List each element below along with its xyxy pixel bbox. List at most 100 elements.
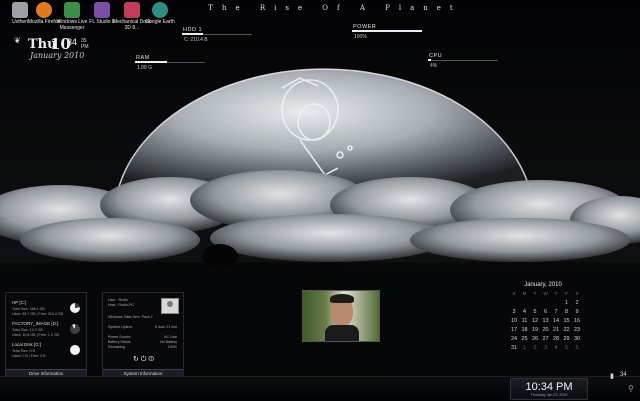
calendar-day[interactable]: 30: [572, 336, 582, 342]
meter-hdd-fill: [182, 33, 203, 35]
drive-total: Total Size: 12.0 GB: [12, 328, 43, 332]
restart-icon[interactable]: ↻: [133, 356, 141, 363]
calendar-day[interactable]: 2: [572, 300, 582, 306]
calendar-day[interactable]: 19: [530, 327, 540, 333]
system-row-label: System Uptime: [108, 325, 133, 329]
fl-studio-icon: [94, 2, 110, 18]
calendar-weekday: F: [565, 291, 568, 296]
drive-name: FACTORY_IMAGE [D:]: [12, 321, 59, 326]
system-host: Host : Rudio-PC: [108, 303, 134, 307]
calendar-day[interactable]: 26: [530, 336, 540, 342]
calendar-day[interactable]: 27: [541, 336, 551, 342]
calendar-weekday: S: [512, 291, 516, 296]
calendar-day[interactable]: 6: [572, 345, 582, 351]
meter-ram-fill: [135, 61, 167, 63]
system-row-value: No Battery: [160, 340, 177, 344]
calendar-weekday: T: [554, 291, 558, 296]
logoff-icon[interactable]: ⏼: [148, 356, 156, 363]
calendar-day[interactable]: 21: [551, 327, 561, 333]
tray-value: 34: [620, 372, 627, 378]
calendar-day[interactable]: 13: [541, 318, 551, 324]
system-info-panel: User : Rudio Host : Rudio-PC Windows Vis…: [102, 292, 184, 378]
calendar-day[interactable]: 4: [551, 345, 561, 351]
meter-cpu-fill: [428, 59, 431, 61]
system-row-value: 0 hour 21 min: [155, 325, 177, 329]
calendar-day[interactable]: 5: [530, 309, 540, 315]
calendar-day[interactable]: 16: [572, 318, 582, 324]
calendar-day[interactable]: 10: [509, 318, 519, 324]
avatar: [161, 298, 179, 314]
calendar-day[interactable]: 9: [572, 309, 582, 315]
calendar-day[interactable]: 4: [520, 309, 530, 315]
calendar-day[interactable]: 14: [551, 318, 561, 324]
calendar-day[interactable]: 15: [562, 318, 572, 324]
system-row-label: Power Source: [108, 335, 131, 339]
messenger-icon: [64, 2, 80, 18]
taskbar-date: Thursday Jan 07, 2010: [530, 393, 568, 397]
system-os: Windows Vista Serv. Pack 2: [108, 315, 153, 319]
meter-power-fill: [352, 30, 422, 32]
calendar-title: January, 2010: [524, 282, 562, 288]
desktop-icon-label: FL Studio 8: [89, 19, 115, 25]
drive-name: HP [C:]: [12, 300, 27, 305]
tray-battery-icon[interactable]: ▮: [610, 372, 614, 380]
drive-usage: Used: 0 B | Free: 0 B: [12, 354, 46, 358]
drive-pie-icon: [70, 324, 80, 334]
calendar-day[interactable]: 24: [509, 336, 519, 342]
calendar-day[interactable]: 7: [551, 309, 561, 315]
desktop-icon-5[interactable]: Google Earth: [140, 2, 180, 25]
dock-icon: [124, 2, 140, 18]
calendar-day[interactable]: 22: [562, 327, 572, 333]
drive-name: Local Disk [G:]: [12, 342, 42, 347]
calendar-day[interactable]: 17: [509, 327, 519, 333]
clock-ampm: PM: [81, 44, 89, 50]
calendar-day[interactable]: 25: [520, 336, 530, 342]
calendar-day[interactable]: 1: [562, 300, 572, 306]
clock-ornament-icon: ❦: [14, 36, 21, 45]
system-user: User : Rudio: [108, 298, 128, 302]
calendar-day[interactable]: 11: [520, 318, 530, 324]
system-row-label: Remaining: [108, 345, 126, 349]
drive-usage: Used: 10.8 GB | Free: 1.2 GB: [12, 333, 60, 337]
system-row-value: 100%: [167, 345, 177, 349]
calendar-weekday: T: [533, 291, 537, 296]
calendar-weekday: M: [522, 291, 527, 296]
tray-menu-icon[interactable]: ⚲: [628, 384, 634, 393]
calendar-day[interactable]: 5: [562, 345, 572, 351]
firefox-icon: [36, 2, 52, 18]
drive-total: Total Size: 0 B: [12, 349, 35, 353]
clock-minutes: 34: [67, 37, 78, 47]
drive-pie-icon: [70, 345, 80, 355]
calendar-day[interactable]: 31: [509, 345, 519, 351]
meter-cpu-value: 4%: [430, 63, 438, 69]
wallpaper-title: The Rise Of A Planet: [208, 4, 462, 12]
calendar-day[interactable]: 3: [509, 309, 519, 315]
meter-hdd-value: C: 210.4 B: [184, 37, 208, 43]
calendar-day[interactable]: 1: [520, 345, 530, 351]
calendar-day[interactable]: 29: [562, 336, 572, 342]
power-controls: ↻⏻⏼: [133, 355, 156, 364]
system-row-label: Battery Status: [108, 340, 131, 344]
drive-total: Total Size: 286.1 GB: [12, 307, 45, 311]
meter-power-value: 100%: [354, 34, 367, 40]
calendar-day[interactable]: 2: [530, 345, 540, 351]
calendar-day[interactable]: 28: [551, 336, 561, 342]
calendar-day[interactable]: 12: [530, 318, 540, 324]
calendar-day[interactable]: 3: [541, 345, 551, 351]
desktop-icon-label: Google Earth: [145, 19, 175, 25]
drive-info-panel: HP [C:] Total Size: 286.1 GB Used: 65.7 …: [5, 292, 87, 378]
calendar-day[interactable]: 20: [541, 327, 551, 333]
drive-usage: Used: 65.7 GB | Free: 210.4 GB: [12, 312, 64, 316]
calendar-day[interactable]: 18: [520, 327, 530, 333]
clock-month-year: January 2010: [30, 51, 85, 60]
webcam-photo: [302, 290, 380, 342]
google-earth-icon: [152, 2, 168, 18]
calendar-day[interactable]: 8: [562, 309, 572, 315]
meter-ram-value: 1.88 G: [137, 65, 153, 71]
system-row-value: AC Line: [164, 335, 177, 339]
calendar-day[interactable]: 6: [541, 309, 551, 315]
drive-pie-icon: [70, 303, 80, 313]
calendar-day[interactable]: 23: [572, 327, 582, 333]
taskbar-time: 10:34 PM: [525, 381, 573, 393]
taskbar-clock[interactable]: 10:34 PM Thursday Jan 07, 2010: [510, 378, 588, 400]
